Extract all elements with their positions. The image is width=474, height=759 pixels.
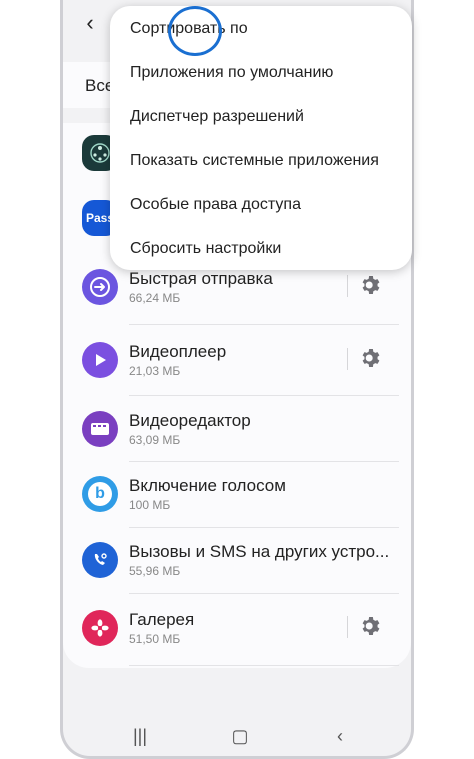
video-editor-icon [82,411,118,447]
divider [129,665,399,666]
divider [129,395,399,396]
back-button[interactable]: ‹ [77,10,103,36]
bixby-voice-icon: b [82,476,118,512]
tap-highlight-ring [168,6,222,56]
gallery-icon [82,610,118,646]
gear-icon[interactable] [359,614,383,638]
recent-apps-button[interactable]: ||| [125,726,155,747]
app-name: Вызовы и SMS на других устро... [129,542,390,561]
list-item[interactable]: Вызовы и SMS на других устро... 55,96 МБ [63,542,411,608]
menu-item-reset-settings[interactable]: Сбросить настройки [130,240,281,258]
menu-item-special-access[interactable]: Особые права доступа [130,196,301,214]
system-nav-bar: ||| ▢ ‹ [63,718,411,756]
list-item[interactable]: Галерея 51,50 МБ [63,610,411,676]
menu-item-show-system-apps[interactable]: Показать системные приложения [130,152,379,170]
home-button[interactable]: ▢ [225,726,255,747]
calls-sms-icon [82,542,118,578]
divider [129,324,399,325]
gear-icon[interactable] [359,273,383,297]
app-size: 100 МБ [129,498,171,512]
quick-share-icon [82,269,118,305]
list-item[interactable]: Быстрая отправка 66,24 МБ [63,269,411,335]
gear-icon[interactable] [359,346,383,370]
separator [347,348,348,370]
home-icon: ▢ [231,726,249,746]
recent-apps-icon: ||| [132,726,148,746]
app-name: Видеоредактор [129,411,251,430]
video-player-icon [82,342,118,378]
overflow-menu: Сортировать по Приложения по умолчанию Д… [110,6,412,270]
separator [347,275,348,297]
app-size: 51,50 МБ [129,632,181,646]
nav-back-button[interactable]: ‹ [325,726,355,747]
divider [129,461,399,462]
list-item[interactable]: Видеоредактор 63,09 МБ [63,411,411,477]
app-name: Видеоплеер [129,342,227,361]
menu-item-default-apps[interactable]: Приложения по умолчанию [130,64,333,82]
app-size: 21,03 МБ [129,364,181,378]
app-size: 55,96 МБ [129,564,181,578]
nav-back-icon: ‹ [337,726,343,746]
separator [347,616,348,638]
app-name: Включение голосом [129,476,286,495]
list-item[interactable]: Видеоплеер 21,03 МБ [63,342,411,408]
app-size: 63,09 МБ [129,433,181,447]
app-name: Галерея [129,610,195,629]
divider [129,527,399,528]
menu-item-permission-manager[interactable]: Диспетчер разрешений [130,108,304,126]
app-name: Быстрая отправка [129,269,273,288]
divider [129,593,399,594]
app-size: 66,24 МБ [129,291,181,305]
list-item[interactable]: b Включение голосом 100 МБ [63,476,411,542]
back-icon: ‹ [86,10,94,35]
